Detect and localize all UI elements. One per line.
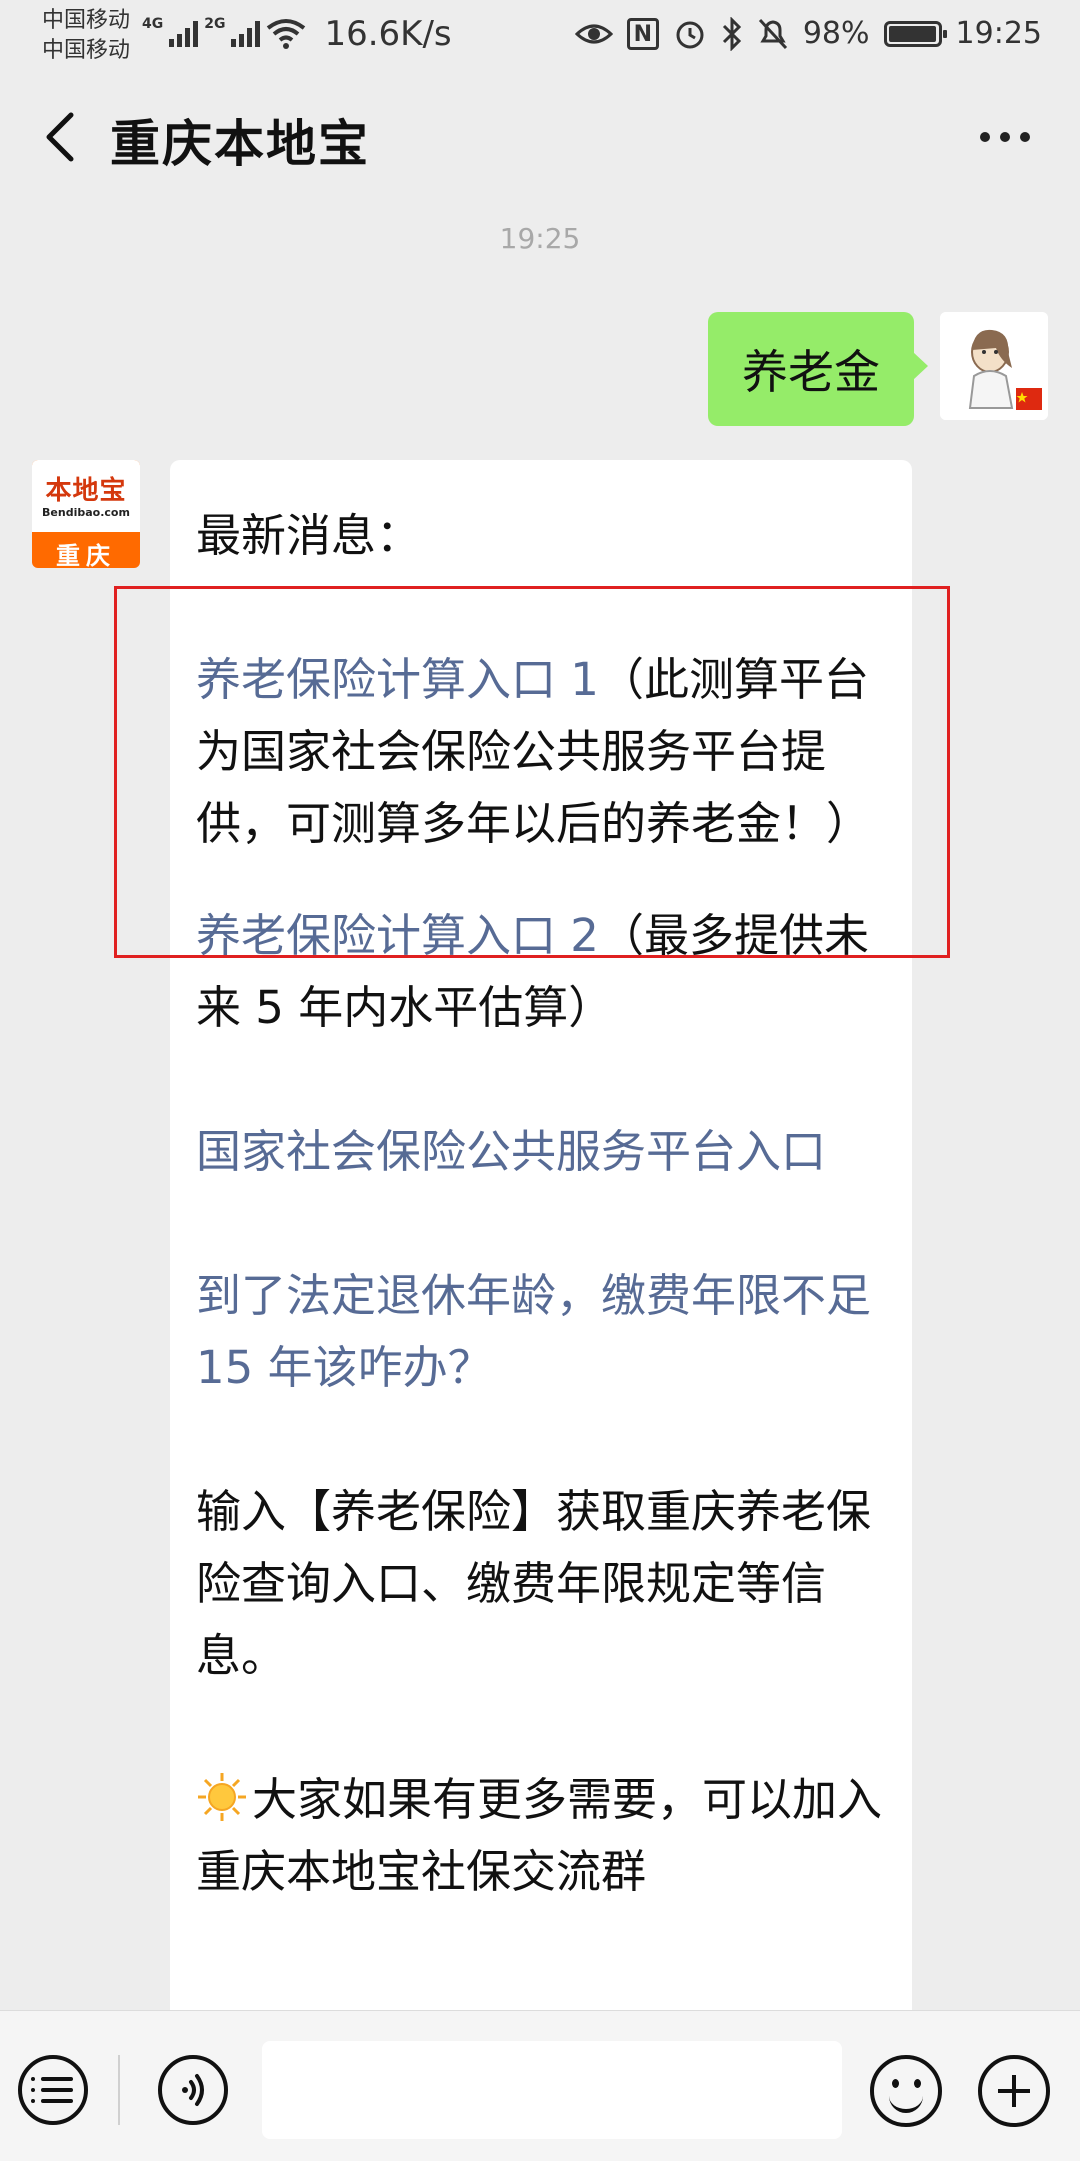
bluetooth-icon	[722, 17, 741, 51]
carrier-labels: 中国移动 中国移动	[42, 6, 130, 66]
message-item-2: 养老保险计算入口 2（最多提供未来 5 年内水平估算）	[196, 900, 886, 1044]
chat-input-bar	[0, 2010, 1080, 2161]
battery-icon	[883, 21, 947, 47]
outgoing-message-text: 养老金	[742, 345, 880, 399]
message-item-1: 养老保险计算入口 1（此测算平台为国家社会保险公共服务平台提供，可测算多年以后的…	[196, 644, 886, 860]
battery-percent: 98%	[802, 16, 870, 51]
voice-button[interactable]	[158, 2055, 228, 2125]
chat-header: 重庆本地宝	[0, 72, 1080, 202]
pension-calculator-link-1[interactable]: 养老保险计算入口 1	[196, 653, 599, 706]
network-speed: 16.6K/s	[324, 14, 452, 54]
official-account-avatar[interactable]: 本地宝 Bendibao.com 重庆	[32, 460, 140, 568]
system-indicators: N 98% 19:25	[574, 14, 1042, 54]
message-item-3: 国家社会保险公共服务平台入口	[196, 1116, 886, 1188]
user-avatar-image	[940, 312, 1048, 420]
network-type-1: 4G	[142, 16, 164, 32]
more-actions-button[interactable]	[978, 2055, 1050, 2127]
message-promo: 大家如果有更多需要，可以加入重庆本地宝社保交流群	[196, 1764, 886, 1908]
carrier-1: 中国移动	[42, 8, 131, 33]
nfc-icon: N	[626, 18, 659, 50]
social-insurance-platform-link[interactable]: 国家社会保险公共服务平台入口	[196, 1125, 826, 1178]
more-dots-icon	[980, 132, 990, 142]
brand-logo-city: 重庆	[56, 542, 116, 568]
promo-text: 大家如果有更多需要，可以加入重庆本地宝社保交流群	[196, 1773, 883, 1898]
retirement-faq-link[interactable]: 到了法定退休年龄，缴费年限不足 15 年该咋办？	[196, 1269, 871, 1394]
message-intro: 最新消息：	[196, 509, 422, 562]
wifi-icon	[267, 19, 306, 49]
status-bar: 中国移动 中国移动 4G 2G 16.6K/s N 98% 19:25	[0, 0, 1080, 72]
user-avatar[interactable]	[940, 312, 1048, 420]
chat-title: 重庆本地宝	[110, 115, 370, 173]
message-input[interactable]	[262, 2041, 842, 2139]
emoji-button[interactable]	[870, 2055, 942, 2127]
pension-calculator-link-2[interactable]: 养老保险计算入口 2	[196, 909, 599, 962]
network-indicators: 4G 2G 16.6K/s	[142, 14, 452, 54]
message-tip: 输入【养老保险】获取重庆养老保险查询入口、缴费年限规定等信息。	[196, 1485, 872, 1682]
voice-icon	[182, 2074, 204, 2106]
menu-button[interactable]	[18, 2055, 88, 2125]
network-type-2: 2G	[204, 16, 226, 32]
mute-icon	[758, 18, 787, 50]
brand-logo-text: 本地宝	[45, 476, 127, 506]
menu-list-icon	[31, 2077, 73, 2081]
message-item-4: 到了法定退休年龄，缴费年限不足 15 年该咋办？	[196, 1260, 886, 1404]
alarm-icon	[676, 21, 704, 49]
signal-icon	[169, 21, 199, 47]
eye-icon	[574, 24, 613, 44]
brand-logo-domain: Bendibao.com	[42, 506, 130, 519]
signal-icon	[231, 21, 261, 47]
message-timestamp: 19:25	[499, 222, 581, 255]
back-arrow-icon	[46, 112, 74, 162]
input-divider	[118, 2055, 120, 2125]
outgoing-message-bubble[interactable]: 养老金	[708, 312, 928, 426]
more-button[interactable]	[970, 112, 1040, 162]
incoming-message-bubble: 最新消息： 养老保险计算入口 1（此测算平台为国家社会保险公共服务平台提供，可测…	[170, 460, 912, 2020]
clock: 19:25	[955, 16, 1042, 51]
back-button[interactable]	[30, 102, 90, 172]
carrier-2: 中国移动	[42, 38, 131, 63]
sun-icon	[198, 1773, 246, 1821]
